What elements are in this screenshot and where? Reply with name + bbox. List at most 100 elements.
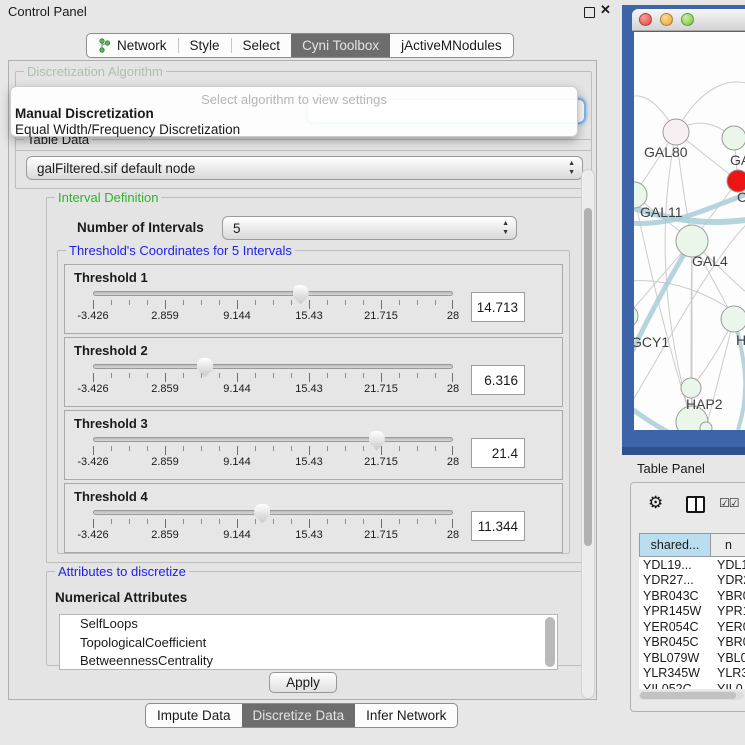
scale-tick-label: 2.859 [151,310,179,322]
node-label-c: C [737,189,745,205]
threshold-2-panel: Threshold 2 -3.426 2.859 9.144 [64,337,563,407]
table-row[interactable]: YDR27...YDR2 [639,573,745,589]
table-row[interactable]: YLR345WYLR3 [639,666,745,682]
network-canvas[interactable]: GAL80 GA C GAL11 GAL4 GCY1 H HAP2 [634,32,745,430]
node-label-h: H [736,332,745,348]
bottom-tabstrip: Impute Data Discretize Data Infer Networ… [145,703,458,728]
tab-infer-label: Infer Network [366,708,446,723]
scale-tick-label: -3.426 [77,456,108,468]
threshold-1-panel: Threshold 1 -3.426 2.859 9.144 [64,264,563,334]
table-row[interactable]: YBL079WYBL0 [639,650,745,666]
float-window-icon[interactable] [584,7,595,18]
slider-scale: -3.426 2.859 9.144 15.43 21.715 28 [93,529,453,542]
cell-shared: YDL19... [639,558,711,572]
cell-name: YIL0 [711,682,745,689]
list-item[interactable]: TopologicalCoefficient [60,634,557,653]
table-row[interactable]: YBR045CYBR0 [639,635,745,651]
threshold-3-slider[interactable] [93,437,453,442]
scale-tick-label: 15.43 [295,310,323,322]
tab-style[interactable]: Style [179,34,231,57]
cell-name: YBR0 [711,589,745,603]
node-gal80[interactable] [663,119,689,145]
num-intervals-label: Number of Intervals [77,220,204,235]
scale-tick-label: 21.715 [364,310,398,322]
node-gcy1[interactable] [634,305,638,327]
num-intervals-value: 5 [233,221,241,236]
slider-ticks [93,446,453,455]
threshold-1-slider[interactable] [93,291,453,296]
node-hap2[interactable] [681,378,701,398]
threshold-2-slider[interactable] [93,364,453,369]
panel-scrollbar-track[interactable] [581,169,595,699]
tab-network[interactable]: Network [87,34,178,57]
popup-option-manual[interactable]: Manual Discretization [15,106,154,121]
table-row[interactable]: YPR145WYPR1 [639,604,745,620]
attributes-group-title: Attributes to discretize [55,564,189,579]
table-horizontal-scrollbar[interactable] [639,691,744,700]
popup-hint: Select algorithm to view settings [11,92,577,107]
apply-button[interactable]: Apply [269,672,337,693]
scale-tick-label: 21.715 [364,529,398,541]
table-row[interactable]: YBR043CYBR0 [639,588,745,604]
interval-definition-group: Interval Definition Number of Intervals … [46,197,587,563]
threshold-1-label: Threshold 1 [74,270,148,285]
threshold-4-value-field[interactable]: 11.344 [471,511,525,541]
threshold-3-panel: Threshold 3 -3.426 2.859 9.144 [64,410,563,480]
tab-select[interactable]: Select [232,34,292,57]
node-h[interactable] [721,306,745,332]
table-horizontal-scrollbar-thumb[interactable] [640,692,736,699]
cell-shared: YPR145W [639,604,711,618]
table-data-combobox[interactable]: galFiltered.sif default node ▲▼ [26,156,583,180]
node-label-gal4: GAL4 [692,253,728,269]
slider-ticks [93,373,453,382]
node-ga[interactable] [722,126,745,150]
cell-shared: YBR043C [639,589,711,603]
scale-tick-label: 15.43 [295,456,323,468]
scale-tick-label: 28 [447,383,459,395]
tab-impute-label: Impute Data [157,708,231,723]
table-row[interactable]: YDL19...YDL1 [639,557,745,573]
algorithm-group-title: Discretization Algorithm [24,64,166,79]
list-item[interactable]: SelfLoops [60,615,557,634]
cell-name: YBL0 [711,651,745,665]
attributes-group: Attributes to discretize Numerical Attri… [46,571,587,666]
node-label-gal80: GAL80 [644,144,688,160]
split-columns-icon[interactable] [686,496,705,513]
node-bottom-small[interactable] [700,422,712,430]
thresholds-group-title: Threshold's Coordinates for 5 Intervals [66,243,295,258]
threshold-1-value-field[interactable]: 14.713 [471,292,525,322]
scale-tick-label: 9.144 [223,310,251,322]
tab-impute-data[interactable]: Impute Data [146,704,242,727]
threshold-3-value-field[interactable]: 21.4 [471,438,525,468]
panel-scrollbar-thumb[interactable] [584,208,592,546]
tab-jactivemnodules[interactable]: jActiveMNodules [390,34,513,57]
slider-ticks [93,519,453,528]
panel-title: Control Panel [8,4,87,19]
gear-icon[interactable]: ⚙ [648,493,663,513]
cell-shared: YLR345W [639,666,711,680]
select-columns-icon[interactable]: ☑☑ [719,496,739,510]
scale-tick-label: 9.144 [223,383,251,395]
table-row[interactable]: YIL052CYIL0 [639,681,745,689]
tab-infer-network[interactable]: Infer Network [355,704,457,727]
node-attribute-table: shared... n YDL19...YDL1 YDR27...YDR2 YB… [639,533,745,689]
close-icon[interactable]: ✕ [600,2,611,18]
stepper-icon: ▲▼ [568,159,575,177]
threshold-2-value-field[interactable]: 6.316 [471,365,525,395]
threshold-4-slider[interactable] [93,510,453,515]
popup-option-equal-width[interactable]: Equal Width/Frequency Discretization [15,122,240,137]
zoom-traffic-light-icon[interactable] [681,13,694,26]
table-row[interactable]: YER054CYER0 [639,619,745,635]
attributes-list-scrollbar[interactable] [545,617,555,667]
column-header-shared[interactable]: shared... [639,533,711,557]
tab-cyni-toolbox[interactable]: Cyni Toolbox [291,34,390,57]
scale-tick-label: 28 [447,310,459,322]
num-intervals-combobox[interactable]: 5 ▲▼ [222,216,517,240]
tab-discretize-data[interactable]: Discretize Data [242,704,356,727]
close-traffic-light-icon[interactable] [639,13,652,26]
minimize-traffic-light-icon[interactable] [660,13,673,26]
cell-shared: YDR27... [639,573,711,587]
list-item[interactable]: BetweennessCentrality [60,652,557,670]
column-header-name[interactable]: n [711,533,745,557]
network-window-titlebar[interactable] [632,9,745,31]
